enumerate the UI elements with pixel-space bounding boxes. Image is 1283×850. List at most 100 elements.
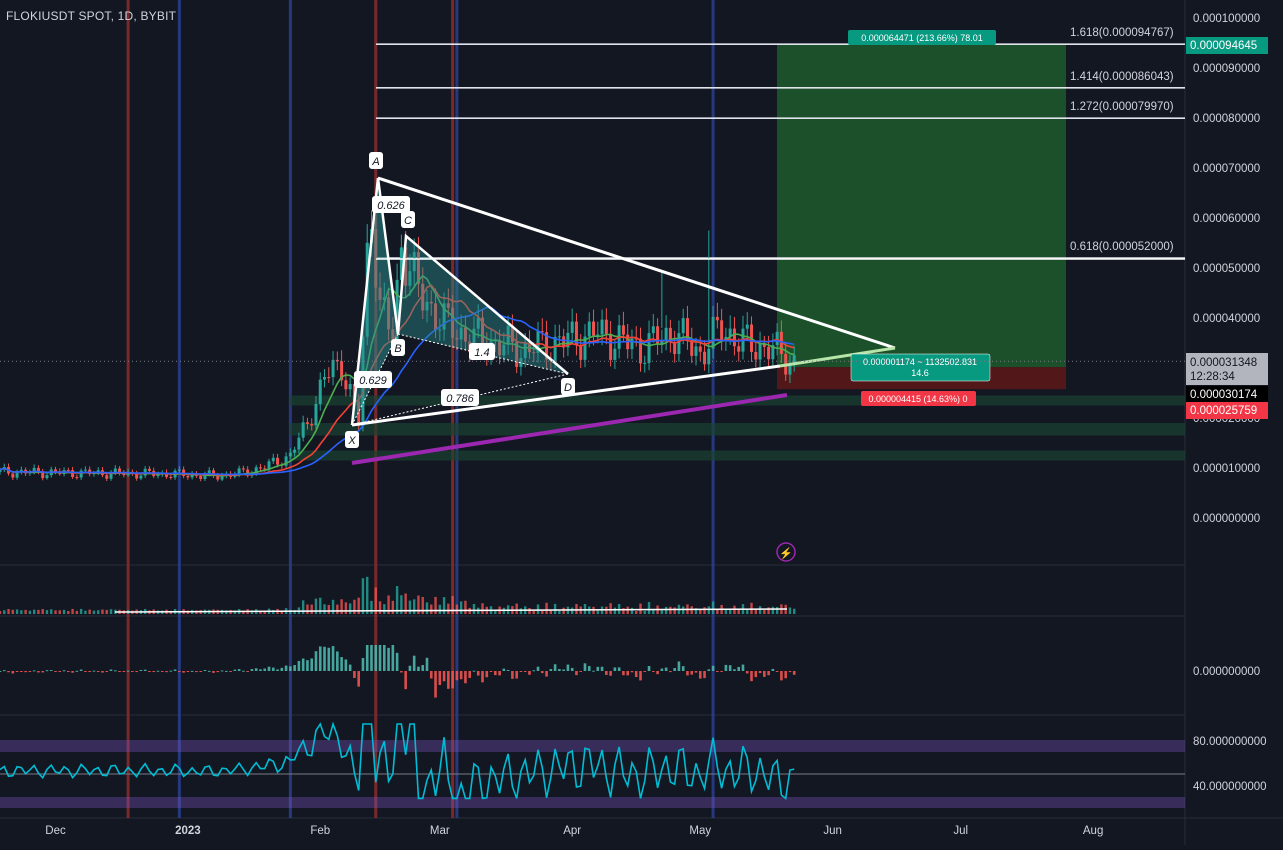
volume-bar [767,607,770,614]
macd-bar [447,671,450,689]
macd-bar [434,671,437,698]
ratio-abc: 0.629 [354,371,392,388]
macd-bar [724,664,728,671]
macd-bar [84,671,87,672]
macd-bar [96,671,100,672]
macd-bar [600,666,604,671]
macd-bar [673,668,676,671]
candle-body [301,422,305,438]
macd-bar [225,670,228,672]
macd-bar [609,671,612,676]
macd-bar [562,669,565,671]
volume-bar [609,603,612,614]
macd-bar [780,671,783,681]
volume-bar [737,609,740,614]
stop-badge-text: 0.000004415 (14.63%) 0 [868,394,967,404]
macd-bar [652,671,655,672]
volume-bar [775,607,779,614]
macd-bar [775,671,779,673]
volume-bar [494,610,497,614]
volume-bar [442,597,446,614]
point-d-text: D [564,382,572,394]
point-b: B [391,339,405,356]
macd-bar [767,671,770,676]
macd-bar [271,667,275,671]
chart-title: FLOKIUSDT SPOT, 1D, BYBIT [6,9,177,23]
macd-bar [370,645,373,671]
candle-body [792,355,796,363]
volume-bar [639,603,642,614]
macd-bar [741,664,745,671]
macd-bar [229,671,232,672]
axis-entry-text: 0.000030174 [1190,389,1258,401]
macd-bar [515,671,518,679]
volume-bar [67,610,70,614]
macd-bar [67,671,70,672]
volume-bar [575,603,578,614]
macd-bar [62,670,66,672]
volume-bar [459,601,463,614]
price-tick-1: 0.000090000 [1193,63,1260,75]
macd-bar [737,666,741,671]
rsi-lower-band [0,797,1185,808]
macd-bar [395,652,399,671]
volume-bar [519,608,523,614]
macd-bar [126,670,130,672]
macd-bar [596,666,600,671]
candle-body [720,320,724,341]
volume-bar [541,610,544,614]
volume-bar [528,608,531,614]
macd-bar [540,671,544,674]
volume-bar [425,602,429,614]
point-b-text: B [394,343,401,355]
candle-body [767,346,771,360]
macd-bar [451,671,454,689]
candle-body [592,321,596,336]
macd-bar [506,670,510,672]
volume-bar [583,604,587,614]
candle-body [15,472,19,478]
volume-bar [370,600,373,614]
candle-body [327,377,331,379]
candle-body [147,468,151,471]
time-label-2: Feb [310,825,330,837]
macd-bar [549,668,553,671]
candle-body [732,328,736,347]
macd-bar [11,671,15,674]
candle-body [271,457,275,462]
volume-bar [336,604,339,614]
macd-bar [2,670,6,672]
ratio-xad: 0.786 [441,389,479,406]
macd-bar [660,668,664,671]
volume-bar [635,610,638,614]
price-tick-3: 0.000070000 [1193,163,1260,175]
axis-countdown-text: 12:28:34 [1190,371,1235,383]
volume-bar [716,609,719,614]
volume-bar [549,610,553,614]
macd-bar [754,671,758,678]
candle-body [139,475,143,479]
macd-bar [502,668,506,671]
macd-bar [105,671,109,672]
macd-bar [400,671,403,673]
target-badge-text: 0.000064471 (213.66%) 78.01 [861,33,983,43]
candle-body [348,383,352,390]
candle-body [707,348,711,365]
macd-bar [528,671,531,675]
volume-bar [647,602,651,614]
macd-bar [139,669,143,671]
volume-bar [310,604,313,614]
point-x: X [345,431,359,448]
macd-bar [310,658,314,671]
macd-bar [314,651,318,671]
volume-bar [45,610,49,614]
candle-body [11,473,15,478]
macd-bar [135,671,138,673]
macd-bar [7,671,10,673]
candle-body [621,325,625,335]
macd-bar [284,665,288,671]
macd-bar [438,671,442,685]
vertical-marker-6 [711,0,715,818]
macd-bar [357,671,360,687]
volume-bar [84,610,87,614]
